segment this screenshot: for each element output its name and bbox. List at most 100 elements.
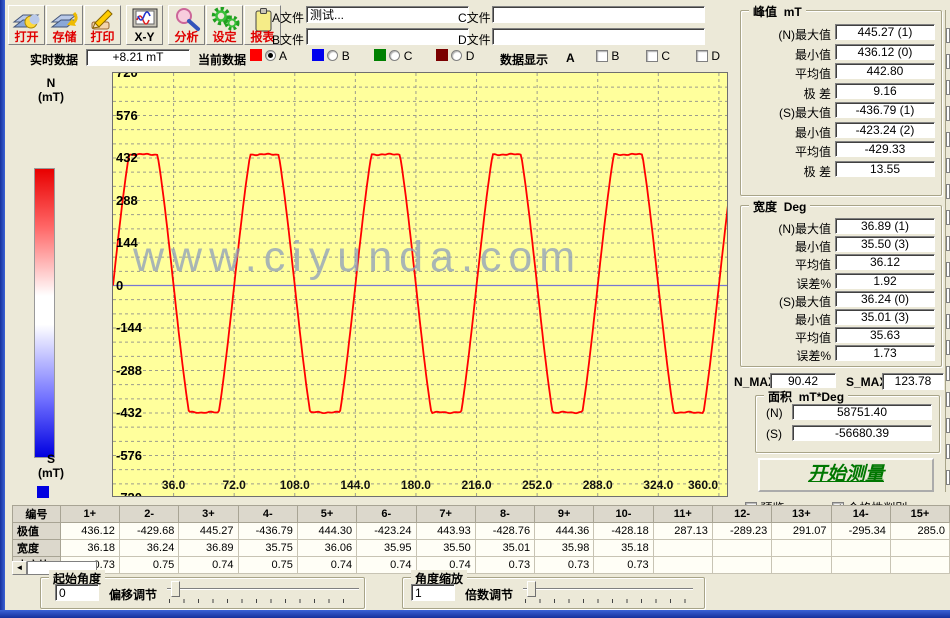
checkbox-box[interactable]	[596, 50, 608, 62]
table-cell: -428.18	[594, 523, 653, 540]
y-tick-label: -576	[116, 448, 142, 463]
file-a-input[interactable]	[306, 6, 469, 23]
peak-panel-title: 峰值 mT	[749, 3, 806, 20]
width-row-label: 最小值	[795, 238, 831, 255]
clipped-field-stub	[946, 366, 950, 381]
peak-row-value: 9.16	[835, 83, 935, 99]
table-cell	[712, 540, 771, 557]
file-c-input[interactable]	[492, 6, 705, 23]
x-tick-label: 288.0	[576, 478, 620, 492]
multiplier-adjust-slider[interactable]	[523, 581, 693, 603]
slider-thumb[interactable]	[527, 581, 536, 597]
channel-label: D	[466, 49, 475, 63]
table-column-header: 2-	[119, 506, 178, 523]
table-cell	[890, 557, 949, 574]
checkbox-label: C	[661, 49, 670, 63]
table-cell: -289.23	[712, 523, 771, 540]
open-button[interactable]: 打开	[8, 5, 45, 45]
width-row-value: 36.24 (0)	[835, 291, 935, 307]
channel-c-radio[interactable]: C	[374, 49, 412, 63]
clipped-field-stub	[946, 470, 950, 485]
table-cell: 35.95	[357, 540, 416, 557]
start-measure-button[interactable]: 开始测量	[758, 458, 934, 492]
analyze-button[interactable]: 分析	[168, 5, 205, 45]
radio-button[interactable]	[451, 50, 462, 61]
table-cell: 36.18	[60, 540, 119, 557]
slider-thumb[interactable]	[171, 581, 180, 597]
table-cell: 0.74	[297, 557, 356, 574]
channel-a-radio[interactable]: A	[250, 49, 287, 63]
radio-button[interactable]	[327, 50, 338, 61]
display-data-label: 数据显示	[500, 51, 548, 68]
area-panel: 面积 mT*Deg (N)58751.40(S)-56680.39	[755, 395, 940, 453]
width-row-value: 35.01 (3)	[835, 309, 935, 325]
area-row-label: (S)	[766, 427, 782, 441]
table-cell: -436.79	[238, 523, 297, 540]
table-column-header: 8-	[475, 506, 534, 523]
channel-d-radio[interactable]: D	[436, 49, 474, 63]
window-left-border	[0, 0, 5, 612]
waveform-plot[interactable]: www.ciyunda.com 7205764322881440-144-288…	[112, 72, 728, 497]
peak-row-label: (S)最大值	[779, 104, 831, 121]
peak-panel: 峰值 mT (N)最大值445.27 (1)最小值436.12 (0)平均值44…	[740, 10, 942, 196]
offset-adjust-label: 偏移调节	[109, 586, 157, 603]
current-data-label: 当前数据	[198, 51, 246, 68]
clipped-field-stub	[946, 262, 950, 277]
half-cycle-table[interactable]: 编号1+2-3+4-5+6-7+8-9+10-11+12-13+14-15+极值…	[12, 505, 950, 574]
start-angle-input[interactable]	[55, 584, 99, 601]
x-tick-label: 108.0	[273, 478, 317, 492]
clipped-field-stub	[946, 288, 950, 303]
width-row-value: 36.89 (1)	[835, 218, 935, 234]
save-button[interactable]: 存储	[46, 5, 83, 45]
table-row-label: 宽度	[13, 540, 61, 557]
table-cell	[772, 557, 831, 574]
channel-a-color-swatch	[250, 49, 262, 61]
table-cell: 0.73	[535, 557, 594, 574]
x-tick-label: 144.0	[333, 478, 377, 492]
width-row-label: 误差%	[796, 347, 831, 364]
table-cell: 445.27	[179, 523, 238, 540]
s-axis-label: S(mT)	[36, 452, 66, 480]
slider-groove	[523, 588, 693, 590]
display-b-checkbox[interactable]: B	[596, 49, 619, 63]
table-column-header: 12-	[712, 506, 771, 523]
table-cell	[890, 540, 949, 557]
angle-zoom-group: 角度缩放 倍数调节	[402, 577, 705, 609]
file-d-input[interactable]	[492, 28, 705, 45]
checkbox-box[interactable]	[646, 50, 658, 62]
table-cell	[653, 557, 712, 574]
channel-d-color-swatch	[436, 49, 448, 61]
area-panel-title: 面积 mT*Deg	[764, 388, 848, 405]
x-tick-label: 72.0	[212, 478, 256, 492]
realtime-value: +8.21 mT	[86, 49, 190, 66]
y-tick-label: 576	[116, 108, 138, 123]
table-column-header: 13+	[772, 506, 831, 523]
file-b-input[interactable]	[306, 28, 469, 45]
display-d-checkbox[interactable]: D	[696, 49, 720, 63]
x-tick-label: 36.0	[152, 478, 196, 492]
width-row-value: 1.92	[835, 273, 935, 289]
display-c-checkbox[interactable]: C	[646, 49, 670, 63]
peak-row-value: 445.27 (1)	[835, 24, 935, 40]
radio-button[interactable]	[265, 50, 276, 61]
table-scroll-left-button[interactable]: ◄	[12, 561, 27, 575]
width-row-label: 平均值	[795, 329, 831, 346]
xy-button[interactable]: X-Y	[126, 5, 163, 45]
table-cell: 36.06	[297, 540, 356, 557]
table-cell	[831, 557, 890, 574]
y-tick-label: 288	[116, 193, 138, 208]
width-panel: 宽度 Deg (N)最大值36.89 (1)最小值35.50 (3)平均值36.…	[740, 205, 942, 367]
channel-b-radio[interactable]: B	[312, 49, 350, 63]
settings-button[interactable]: 设定	[206, 5, 243, 45]
width-row-value: 36.12	[835, 254, 935, 270]
angle-zoom-input[interactable]	[411, 584, 455, 601]
radio-button[interactable]	[389, 50, 400, 61]
width-row-label: (N)最大值	[778, 220, 831, 237]
width-row-value: 35.63	[835, 327, 935, 343]
offset-adjust-slider[interactable]	[167, 581, 359, 603]
y-tick-label: 432	[116, 150, 138, 165]
checkbox-box[interactable]	[696, 50, 708, 62]
print-button[interactable]: 打印	[84, 5, 121, 45]
table-cell: 444.30	[297, 523, 356, 540]
channel-select-group: A B C D	[250, 49, 500, 67]
